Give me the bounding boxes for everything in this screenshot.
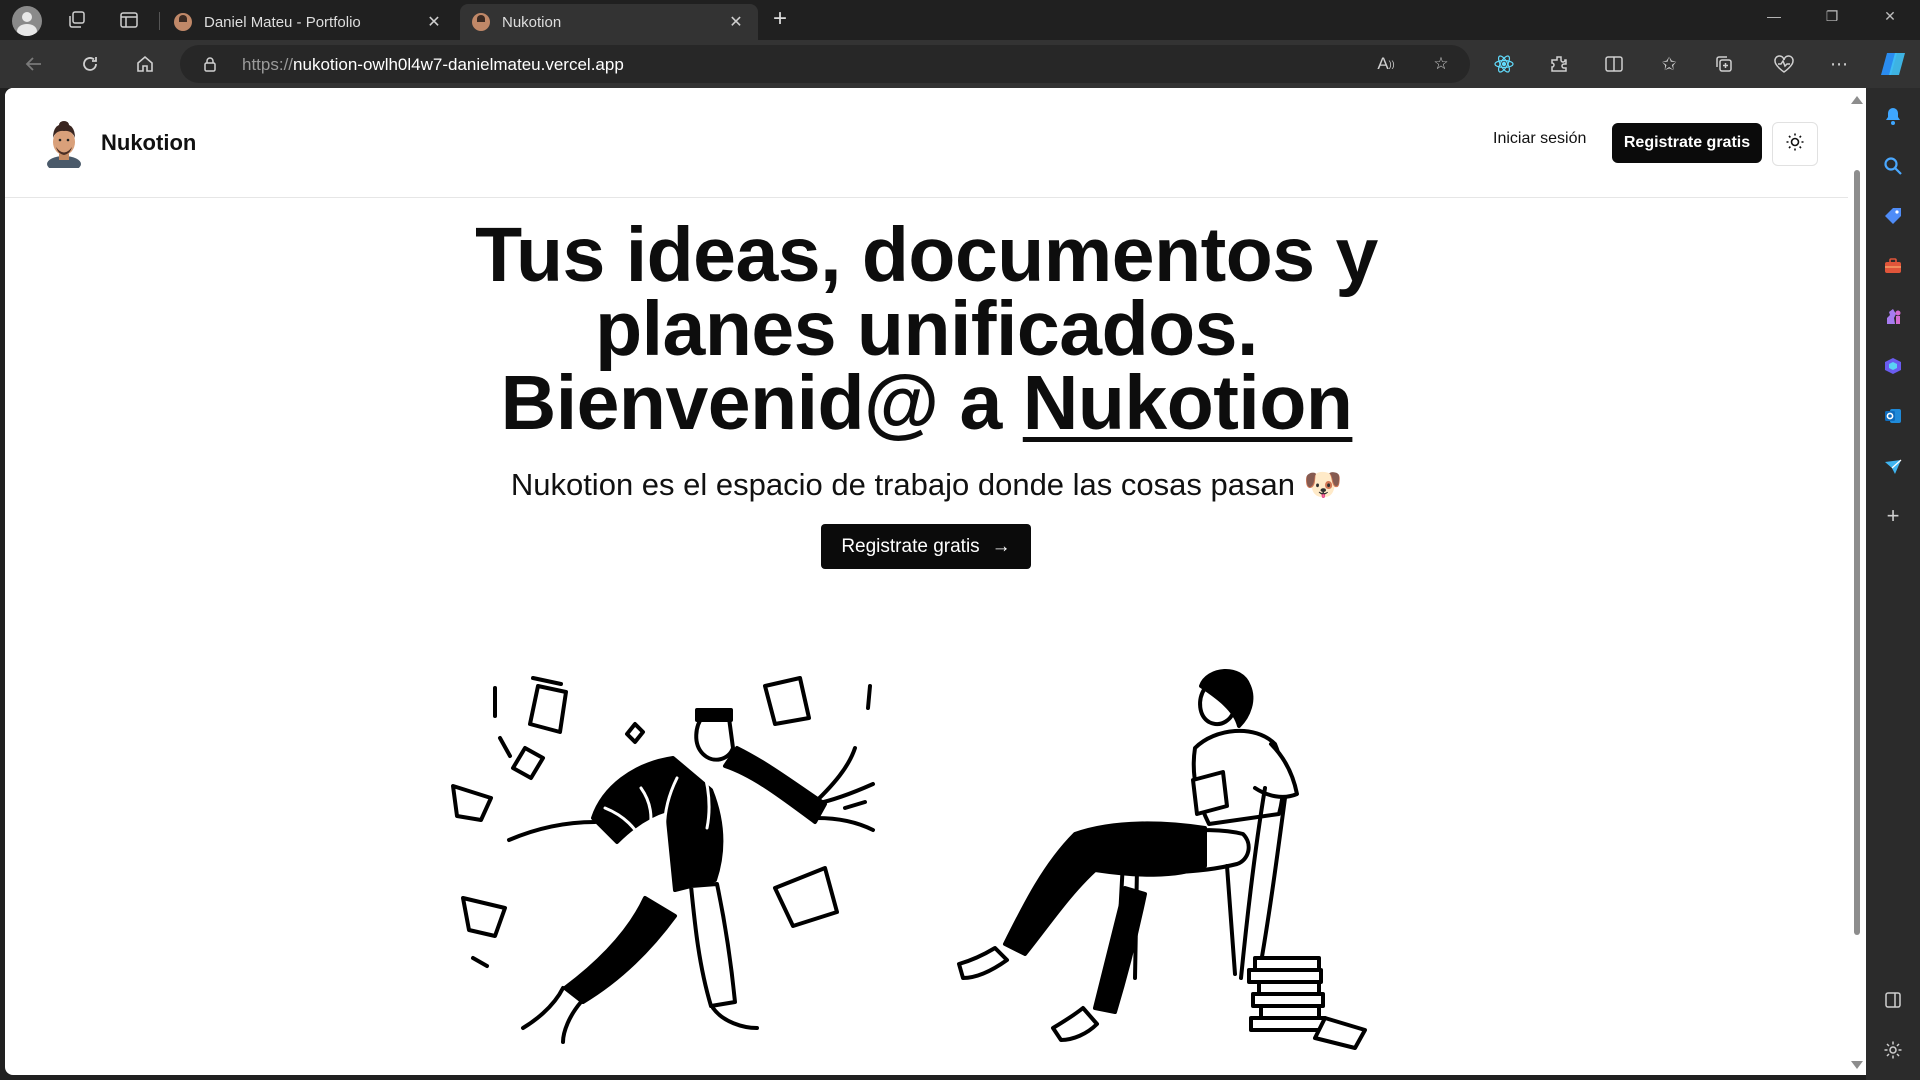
new-tab-button[interactable]: + — [766, 6, 794, 34]
refresh-button[interactable] — [76, 50, 104, 78]
arrow-right-icon: → — [991, 535, 1011, 557]
drop-send-icon[interactable] — [1881, 454, 1905, 478]
login-link[interactable]: Iniciar sesión — [1493, 130, 1586, 148]
shopping-tag-icon[interactable] — [1881, 204, 1905, 228]
browser-toolbar: https://nukotion-owlh0l4w7-danielmateu.v… — [0, 40, 1920, 88]
close-tab-icon[interactable]: ✕ — [424, 12, 444, 32]
site-logo[interactable]: Nukotion — [39, 118, 197, 172]
back-button[interactable] — [20, 50, 48, 78]
tab-title: Daniel Mateu - Portfolio — [204, 13, 361, 31]
browser-tab-bar: Daniel Mateu - Portfolio ✕ Nukotion ✕ + … — [0, 0, 1920, 40]
portfolio-favicon-icon — [174, 13, 192, 31]
edge-sidebar: + — [1866, 88, 1920, 1080]
close-tab-icon[interactable]: ✕ — [726, 12, 746, 32]
scroll-down-icon[interactable] — [1851, 1061, 1863, 1069]
search-icon[interactable] — [1881, 154, 1905, 178]
tab-portfolio[interactable]: Daniel Mateu - Portfolio ✕ — [162, 4, 456, 40]
hero-signup-label: Registrate gratis — [841, 535, 980, 557]
more-menu-icon[interactable]: ⋯ — [1827, 52, 1851, 76]
extensions-icon[interactable] — [1547, 52, 1571, 76]
lock-icon[interactable] — [202, 56, 218, 77]
close-window-icon[interactable]: ✕ — [1870, 8, 1910, 25]
brand-name: Nukotion — [101, 130, 197, 155]
scroll-up-icon[interactable] — [1851, 96, 1863, 104]
outlook-icon[interactable] — [1881, 404, 1905, 428]
hero-signup-button[interactable]: Registrate gratis → — [821, 524, 1031, 569]
reading-woman-illustration — [957, 669, 1367, 1050]
url-text[interactable]: https://nukotion-owlh0l4w7-danielmateu.v… — [242, 55, 624, 75]
tab-nukotion[interactable]: Nukotion ✕ — [460, 4, 758, 40]
scrollbar-thumb[interactable] — [1854, 170, 1860, 935]
browser-essentials-icon[interactable] — [1772, 52, 1796, 76]
vertical-tabs-icon[interactable] — [116, 7, 142, 33]
hero-heading-brand: Nukotion — [1022, 360, 1353, 446]
hero-heading-line3-prefix: Bienvenid@ a — [500, 360, 1003, 446]
tab-separator — [159, 12, 160, 30]
workspaces-icon[interactable] — [64, 7, 90, 33]
sun-icon — [1785, 132, 1805, 157]
add-sidebar-app-icon[interactable]: + — [1881, 503, 1905, 528]
site-header: Nukotion Iniciar sesión Registrate grati… — [5, 88, 1848, 198]
hide-sidebar-icon[interactable] — [1881, 988, 1905, 1012]
hero-subtitle: Nukotion es el espacio de trabajo donde … — [510, 467, 1343, 502]
split-screen-icon[interactable] — [1602, 52, 1626, 76]
tab-title: Nukotion — [502, 13, 562, 31]
home-button[interactable] — [131, 50, 159, 78]
sidebar-settings-gear-icon[interactable] — [1881, 1038, 1905, 1062]
read-aloud-icon[interactable]: A)) — [1375, 53, 1397, 75]
page-viewport: Nukotion Iniciar sesión Registrate grati… — [5, 88, 1848, 1075]
address-bar[interactable]: https://nukotion-owlh0l4w7-danielmateu.v… — [180, 45, 1470, 83]
hero-heading: Tus ideas, documentos y planes unificado… — [5, 217, 1848, 442]
page-scrollbar[interactable] — [1848, 88, 1866, 1075]
react-devtools-icon[interactable] — [1492, 52, 1516, 76]
nukotion-favicon-icon — [472, 13, 490, 31]
header-signup-button[interactable]: Registrate gratis — [1612, 123, 1762, 163]
copilot-sidebar-icon[interactable] — [1881, 354, 1905, 378]
memoji-avatar-icon — [39, 118, 89, 172]
copilot-icon[interactable] — [1878, 52, 1908, 76]
notifications-bell-icon[interactable] — [1881, 104, 1905, 128]
profile-avatar-icon[interactable] — [12, 6, 42, 36]
tools-briefcase-icon[interactable] — [1881, 254, 1905, 278]
minimize-icon[interactable]: — — [1754, 8, 1794, 24]
theme-toggle-button[interactable] — [1772, 122, 1818, 166]
favorites-icon[interactable]: ✩ — [1657, 52, 1681, 76]
collections-icon[interactable] — [1712, 52, 1736, 76]
restore-icon[interactable]: ❐ — [1812, 8, 1852, 25]
games-chess-icon[interactable] — [1881, 304, 1905, 328]
running-man-illustration — [451, 676, 875, 1044]
favorite-star-icon[interactable]: ☆ — [1430, 53, 1452, 75]
